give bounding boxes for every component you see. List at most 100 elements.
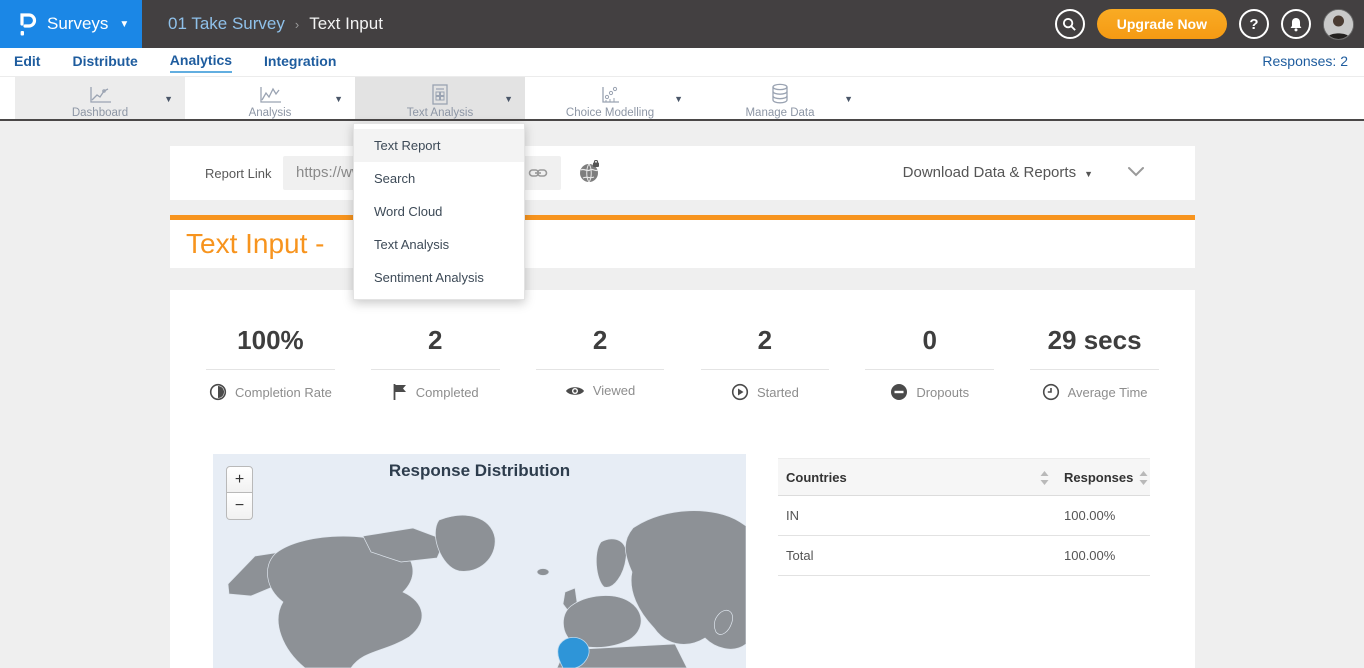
text-analysis-dropdown-menu: Text Report Search Word Cloud Text Analy… — [353, 123, 525, 300]
minus-icon — [890, 383, 908, 401]
survey-stats-row: 100% Completion Rate 2 Completed — [170, 290, 1195, 401]
globe-lock-icon[interactable] — [578, 160, 602, 184]
map-zoom-in-button[interactable]: + — [226, 466, 253, 493]
nav-tab-analytics[interactable]: Analytics — [170, 52, 232, 73]
menu-item-word-cloud[interactable]: Word Cloud — [354, 195, 524, 228]
breadcrumb: 01 Take Survey › Text Input — [168, 0, 383, 48]
breadcrumb-survey-link[interactable]: 01 Take Survey — [168, 14, 285, 34]
scatter-chart-icon — [597, 85, 623, 105]
response-distribution-map[interactable]: Response Distribution + − — [213, 454, 746, 668]
tab-dashboard[interactable]: Dashboard ▼ — [15, 77, 185, 119]
nav-tab-edit[interactable]: Edit — [14, 53, 40, 72]
trend-chart-icon — [257, 85, 283, 105]
sort-icon[interactable] — [1040, 471, 1049, 485]
breadcrumb-separator: › — [295, 17, 299, 32]
notifications-button[interactable] — [1281, 9, 1311, 39]
line-chart-icon — [87, 85, 113, 105]
copy-link-icon[interactable] — [528, 163, 548, 183]
menu-item-sentiment-analysis[interactable]: Sentiment Analysis — [354, 261, 524, 294]
countries-table-header: Countries Responses — [778, 458, 1150, 496]
chevron-down-icon[interactable]: ▼ — [334, 94, 343, 104]
surveys-app-switcher[interactable]: Surveys ▼ — [0, 0, 142, 48]
stat-value: 2 — [353, 325, 518, 356]
column-header-countries[interactable]: Countries — [786, 459, 847, 497]
stat-value: 29 secs — [1012, 325, 1177, 356]
column-header-responses[interactable]: Responses — [1064, 459, 1133, 497]
map-zoom-out-button[interactable]: − — [226, 493, 253, 520]
total-label: Total — [786, 536, 813, 576]
tab-choice-modelling[interactable]: Choice Modelling ▼ — [525, 77, 695, 119]
user-avatar[interactable] — [1323, 9, 1354, 40]
response-percent: 100.00% — [1064, 496, 1115, 536]
collapse-chevron-icon[interactable] — [1127, 166, 1145, 178]
stat-label: Completed — [416, 385, 479, 400]
chevron-down-icon[interactable]: ▼ — [674, 94, 683, 104]
question-title-panel: Text Input - — [170, 215, 1195, 268]
download-data-reports-menu[interactable]: Download Data & Reports ▼ — [903, 164, 1093, 181]
pie-icon — [209, 383, 227, 401]
stat-label: Completion Rate — [235, 385, 332, 400]
chevron-down-icon[interactable]: ▼ — [844, 94, 853, 104]
chevron-down-icon[interactable]: ▼ — [504, 94, 513, 104]
chevron-down-icon: ▼ — [119, 19, 129, 30]
countries-table: Countries Responses IN 100.00% Total 100… — [778, 458, 1150, 576]
analytics-toolbar: Dashboard ▼ Analysis ▼ Text Analysis ▼ — [0, 76, 1364, 121]
world-map — [213, 454, 746, 668]
total-percent: 100.00% — [1064, 536, 1115, 576]
search-icon — [1062, 17, 1077, 32]
page-title: Text Input - — [186, 228, 325, 260]
divider — [1030, 369, 1159, 370]
chevron-down-icon[interactable]: ▼ — [164, 94, 173, 104]
table-row-total: Total 100.00% — [778, 536, 1150, 576]
tab-label: Dashboard — [15, 107, 185, 119]
tab-analysis[interactable]: Analysis ▼ — [185, 77, 355, 119]
stat-label: Viewed — [593, 383, 635, 398]
divider — [371, 369, 500, 370]
stat-dropouts: 0 Dropouts — [847, 325, 1012, 401]
download-data-reports-label: Download Data & Reports — [903, 164, 1076, 181]
stat-value: 2 — [682, 325, 847, 356]
nav-tab-integration[interactable]: Integration — [264, 53, 336, 72]
tab-label: Choice Modelling — [525, 107, 695, 119]
tab-text-analysis[interactable]: Text Analysis ▼ — [355, 77, 525, 119]
menu-item-text-report[interactable]: Text Report — [354, 129, 524, 162]
menu-item-search[interactable]: Search — [354, 162, 524, 195]
divider — [701, 369, 830, 370]
report-link-label: Report Link — [205, 166, 271, 181]
product-name: Surveys — [47, 14, 108, 34]
flag-icon — [392, 383, 408, 401]
analytics-main-panel: 100% Completion Rate 2 Completed — [170, 290, 1195, 668]
breadcrumb-current-page: Text Input — [309, 14, 383, 34]
map-zoom-controls: + − — [226, 466, 253, 520]
eye-icon — [565, 384, 585, 398]
nav-tab-distribute[interactable]: Distribute — [72, 53, 137, 72]
search-button[interactable] — [1055, 9, 1085, 39]
tab-label: Manage Data — [695, 107, 865, 119]
help-button[interactable]: ? — [1239, 9, 1269, 39]
tab-label: Text Analysis — [355, 107, 525, 119]
stat-completed: 2 Completed — [353, 325, 518, 401]
stat-viewed: 2 Viewed — [518, 325, 683, 401]
table-row: IN 100.00% — [778, 496, 1150, 536]
avatar-photo — [1324, 10, 1353, 39]
stat-average-time: 29 secs Average Time — [1012, 325, 1177, 401]
tab-manage-data[interactable]: Manage Data ▼ — [695, 77, 865, 119]
stat-value: 0 — [847, 325, 1012, 356]
report-doc-icon — [430, 84, 450, 105]
stat-label: Average Time — [1068, 385, 1148, 400]
stat-label: Started — [757, 385, 799, 400]
survey-nav-row: Edit Distribute Analytics Integration Re… — [0, 48, 1364, 76]
clock-icon — [1042, 383, 1060, 401]
country-code: IN — [786, 496, 799, 536]
upgrade-now-button[interactable]: Upgrade Now — [1097, 9, 1227, 39]
bell-icon — [1289, 17, 1303, 32]
play-icon — [731, 383, 749, 401]
divider — [536, 369, 665, 370]
menu-item-text-analysis[interactable]: Text Analysis — [354, 228, 524, 261]
stat-value: 2 — [518, 325, 683, 356]
divider — [206, 369, 335, 370]
sort-icon[interactable] — [1139, 471, 1148, 485]
report-link-bar: Report Link https://ww Download Data & R… — [170, 146, 1195, 200]
chevron-down-icon: ▼ — [1084, 169, 1093, 179]
responses-count[interactable]: Responses: 2 — [1262, 53, 1348, 69]
